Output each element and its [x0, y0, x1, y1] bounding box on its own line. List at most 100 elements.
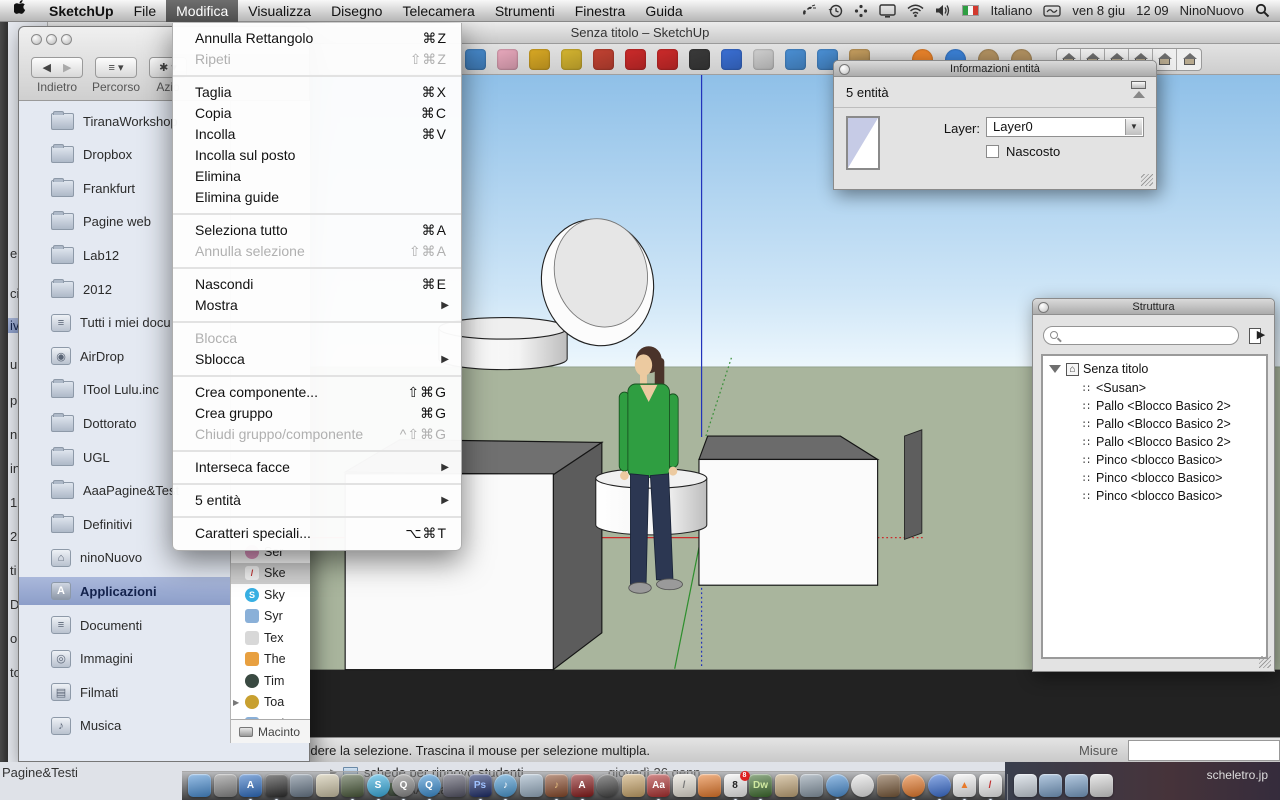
app-list-row-tex[interactable]: Tex — [231, 627, 310, 648]
spotlight-icon[interactable] — [1255, 3, 1270, 18]
dock-icon-camino[interactable] — [928, 774, 951, 797]
sidebar-item-musica[interactable]: ♪Musica — [19, 712, 231, 740]
displays-icon[interactable] — [879, 4, 896, 18]
dock-icon-dreamweaver[interactable]: Dw — [749, 774, 772, 797]
select-tool[interactable] — [465, 49, 486, 70]
menu-bar-item-file[interactable]: File — [124, 0, 167, 22]
accessibility-icon[interactable] — [854, 4, 868, 18]
menu-bar-item-sketchup[interactable]: SketchUp — [39, 0, 124, 22]
measure-input[interactable] — [1128, 740, 1280, 761]
menu-bar-user[interactable]: NinoNuovo — [1180, 3, 1244, 18]
dock-icon-launchpad[interactable] — [214, 774, 237, 797]
menu-item-incolla-sul-posto[interactable]: Incolla sul posto — [173, 145, 461, 166]
dock-icon-dictionary[interactable]: Aa — [647, 774, 670, 797]
follow-me-tool[interactable] — [689, 49, 710, 70]
menu-item-elimina-guide[interactable]: Elimina guide — [173, 187, 461, 208]
sidebar-item-filmati[interactable]: ▤Filmati — [19, 678, 231, 706]
resize-grip[interactable] — [1141, 174, 1153, 186]
dock-icon-dashboard[interactable] — [265, 774, 288, 797]
volume-icon[interactable] — [935, 4, 951, 17]
dock-icon-photoshop[interactable]: Ps — [469, 774, 492, 797]
dock-icon-aperture[interactable] — [596, 774, 619, 797]
dock-icon-app-store[interactable]: A — [239, 774, 262, 797]
dock-icon-downloads-folder[interactable] — [1039, 774, 1062, 797]
app-list-row-sky[interactable]: SSky — [231, 584, 310, 605]
path-button[interactable]: ≡ ▾ — [95, 57, 137, 78]
back-forward-buttons[interactable]: ◀▶ — [31, 57, 83, 78]
time-machine-icon[interactable] — [828, 3, 843, 18]
menu-item-5-entit[interactable]: 5 entità▶ — [173, 490, 461, 511]
dock-icon-notes[interactable] — [316, 774, 339, 797]
dock-icon-finder[interactable] — [188, 774, 211, 797]
dock-icon-quicktime[interactable]: Q — [392, 774, 415, 797]
dock-icon-adobe-reader[interactable]: A — [571, 774, 594, 797]
eraser-tool[interactable] — [497, 49, 518, 70]
entity-info-title-bar[interactable]: Informazioni entità — [834, 61, 1156, 77]
dock-icon-projects-folder[interactable] — [1065, 774, 1088, 797]
app-list-row-ske[interactable]: /Ske — [231, 563, 310, 584]
dock-icon-skype[interactable]: S — [367, 774, 390, 797]
tape-measure-tool[interactable] — [529, 49, 550, 70]
push-pull-tool[interactable] — [593, 49, 614, 70]
apple-menu-icon[interactable] — [0, 0, 39, 22]
menu-bar-clock[interactable]: 12 09 — [1136, 3, 1169, 18]
menu-item-mostra[interactable]: Mostra▶ — [173, 295, 461, 316]
menu-bar-item-guida[interactable]: Guida — [635, 0, 692, 22]
orbit-tool[interactable] — [721, 49, 742, 70]
tree-item[interactable]: ∷Pinco <blocco Basico> — [1083, 489, 1222, 503]
fax-icon[interactable] — [801, 4, 817, 18]
dock-icon-pages[interactable]: / — [673, 774, 696, 797]
menu-item-copia[interactable]: Copia⌘C — [173, 103, 461, 124]
chevron-down-icon[interactable]: ▼ — [1125, 119, 1142, 135]
menu-item-interseca-facce[interactable]: Interseca facce▶ — [173, 457, 461, 478]
rotate-tool[interactable] — [657, 49, 678, 70]
menu-item-caratteri-speciali[interactable]: Caratteri speciali...⌥⌘T — [173, 523, 461, 544]
dock-icon-itunes[interactable]: ♪ — [494, 774, 517, 797]
menu-item-crea-gruppo[interactable]: Crea gruppo⌘G — [173, 403, 461, 424]
dock-icon-fetch[interactable] — [877, 774, 900, 797]
tree-item[interactable]: ∷<Susan> — [1083, 381, 1146, 395]
close-button[interactable] — [31, 34, 42, 45]
outliner-title-bar[interactable]: Struttura — [1033, 299, 1274, 315]
sidebar-item-immagini[interactable]: ◎Immagini — [19, 645, 231, 673]
menu-item-taglia[interactable]: Taglia⌘X — [173, 82, 461, 103]
dock-icon-photo-booth[interactable] — [443, 774, 466, 797]
dock-icon-firefox[interactable] — [902, 774, 925, 797]
menu-bar-item-telecamera[interactable]: Telecamera — [392, 0, 484, 22]
menu-bar-item-disegno[interactable]: Disegno — [321, 0, 392, 22]
menu-item-incolla[interactable]: Incolla⌘V — [173, 124, 461, 145]
dock-icon-mission-control[interactable] — [290, 774, 313, 797]
move-tool[interactable] — [625, 49, 646, 70]
minimize-button[interactable] — [46, 34, 57, 45]
app-list-row-tim[interactable]: Tim — [231, 670, 310, 691]
menu-bar-item-strumenti[interactable]: Strumenti — [485, 0, 565, 22]
dock-icon-reference-book[interactable] — [698, 774, 721, 797]
menu-item-sblocca[interactable]: Sblocca▶ — [173, 349, 461, 370]
app-list-row-toa[interactable]: ▶Toa — [231, 692, 310, 713]
app-list-row-the[interactable]: The — [231, 649, 310, 670]
paint-bucket-tool[interactable] — [561, 49, 582, 70]
outliner-tree[interactable]: ⌂Senza titolo∷<Susan>∷Pallo <Blocco Basi… — [1041, 354, 1268, 659]
window-shade-icon[interactable] — [1131, 81, 1146, 98]
menu-bar-item-visualizza[interactable]: Visualizza — [238, 0, 321, 22]
pan-tool[interactable] — [753, 49, 774, 70]
dock-icon-ical[interactable]: 88 — [724, 774, 747, 797]
outliner-details-button[interactable]: ▶ — [1248, 326, 1266, 345]
layer-select[interactable]: Layer0 ▼ — [986, 117, 1144, 137]
dock-icon-vlc[interactable]: ▲ — [953, 774, 976, 797]
menu-bar-item-modifica[interactable]: Modifica — [166, 0, 238, 22]
menu-item-crea-componente[interactable]: Crea componente...⇧⌘G — [173, 382, 461, 403]
menu-item-annulla-rettangolo[interactable]: Annulla Rettangolo⌘Z — [173, 28, 461, 49]
dock-icon-quicktime-x[interactable]: Q — [418, 774, 441, 797]
tree-item[interactable]: ∷Pallo <Blocco Basico 2> — [1083, 435, 1231, 449]
hidden-checkbox[interactable] — [986, 145, 999, 158]
italian-flag-icon[interactable] — [962, 5, 979, 16]
dock-icon-iphoto[interactable] — [800, 774, 823, 797]
tree-item[interactable]: ∷Pallo <Blocco Basico 2> — [1083, 399, 1231, 413]
outliner-search-input[interactable] — [1043, 326, 1239, 345]
dock-icon-mail[interactable] — [520, 774, 543, 797]
tree-item[interactable]: ∷Pinco <blocco Basico> — [1083, 453, 1222, 467]
dock-icon-game-center[interactable] — [341, 774, 364, 797]
dock-icon-safari[interactable] — [826, 774, 849, 797]
resize-grip[interactable] — [1259, 656, 1271, 668]
